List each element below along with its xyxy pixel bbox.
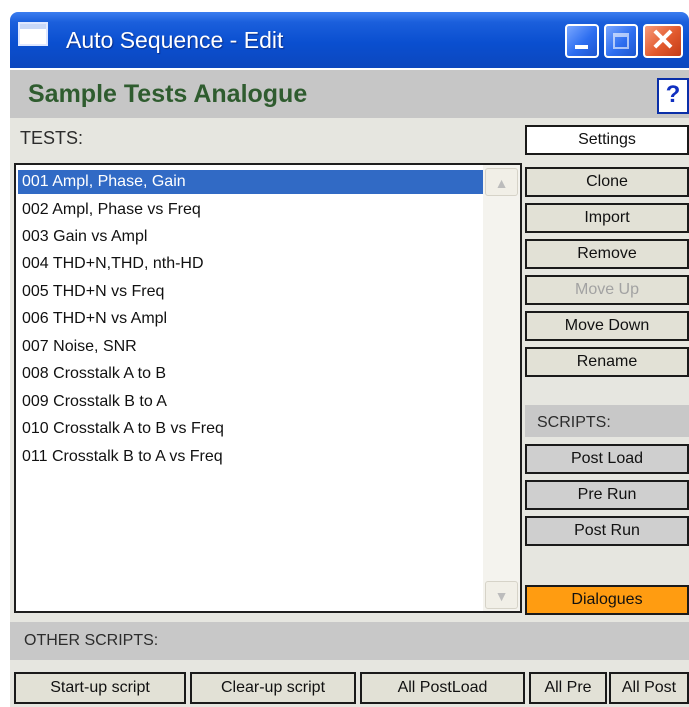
remove-button[interactable]: Remove [525,239,689,269]
window-title: Auto Sequence - Edit [66,27,284,53]
help-button[interactable]: ? [657,78,689,114]
other-scripts-label: OTHER SCRIPTS: [24,632,159,649]
chevron-up-icon: ▲ [494,175,509,191]
list-item[interactable]: 005 THD+N vs Freq [18,280,483,304]
post-run-button[interactable]: Post Run [525,516,689,546]
minimize-icon [575,45,588,49]
dialogues-button[interactable]: Dialogues [525,585,689,615]
all-postload-button[interactable]: All PostLoad [360,672,525,704]
move-up-button[interactable]: Move Up [525,275,689,305]
scrollbar-track[interactable] [483,165,520,611]
post-load-button[interactable]: Post Load [525,444,689,474]
page-title: Sample Tests Analogue [28,80,308,108]
list-item[interactable]: 004 THD+N,THD, nth-HD [18,252,483,276]
all-pre-button[interactable]: All Pre [529,672,607,704]
list-item[interactable]: 008 Crosstalk A to B [18,362,483,386]
move-down-button[interactable]: Move Down [525,311,689,341]
maximize-icon [613,33,629,49]
window-app-icon [18,22,48,46]
list-item[interactable]: 010 Crosstalk A to B vs Freq [18,417,483,441]
minimize-button[interactable] [565,24,599,58]
clone-button[interactable]: Clone [525,167,689,197]
list-item[interactable]: 009 Crosstalk B to A [18,390,483,414]
startup-script-button[interactable]: Start-up script [14,672,186,704]
list-item[interactable]: 002 Ampl, Phase vs Freq [18,198,483,222]
tests-label: TESTS: [20,128,84,148]
clearup-script-button[interactable]: Clear-up script [190,672,356,704]
list-item[interactable]: 006 THD+N vs Ampl [18,307,483,331]
all-post-button[interactable]: All Post [609,672,689,704]
pre-run-button[interactable]: Pre Run [525,480,689,510]
scroll-up-button[interactable]: ▲ [485,168,518,196]
chevron-down-icon: ▼ [494,588,509,604]
import-button[interactable]: Import [525,203,689,233]
rename-button[interactable]: Rename [525,347,689,377]
maximize-button[interactable] [604,24,638,58]
close-button[interactable]: ✕ [643,24,683,58]
list-item[interactable]: 007 Noise, SNR [18,335,483,359]
list-item[interactable]: 001 Ampl, Phase, Gain [18,170,483,194]
list-item[interactable]: 011 Crosstalk B to A vs Freq [18,445,483,469]
list-item[interactable]: 003 Gain vs Ampl [18,225,483,249]
scroll-down-button[interactable]: ▼ [485,581,518,609]
settings-button[interactable]: Settings [525,125,689,155]
close-icon: ✕ [650,24,676,57]
scripts-label: SCRIPTS: [525,405,689,437]
